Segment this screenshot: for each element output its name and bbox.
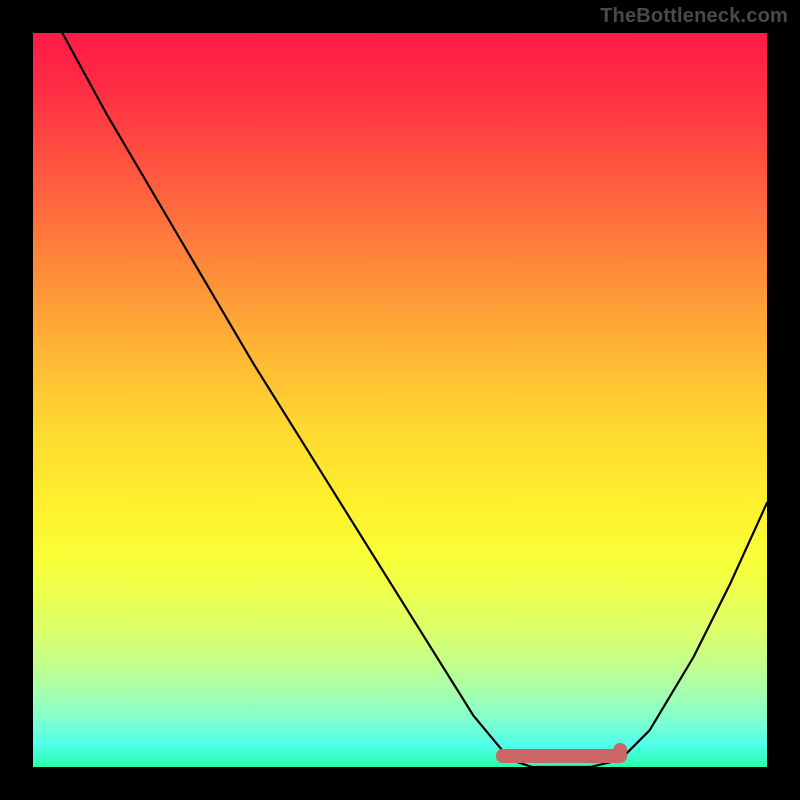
bottleneck-curve-path — [62, 33, 767, 767]
highlight-end-dot — [613, 743, 627, 757]
watermark-text: TheBottleneck.com — [600, 5, 788, 28]
plot-area — [33, 33, 767, 767]
bottleneck-chart: TheBottleneck.com — [0, 0, 800, 800]
curve-svg — [33, 33, 767, 767]
